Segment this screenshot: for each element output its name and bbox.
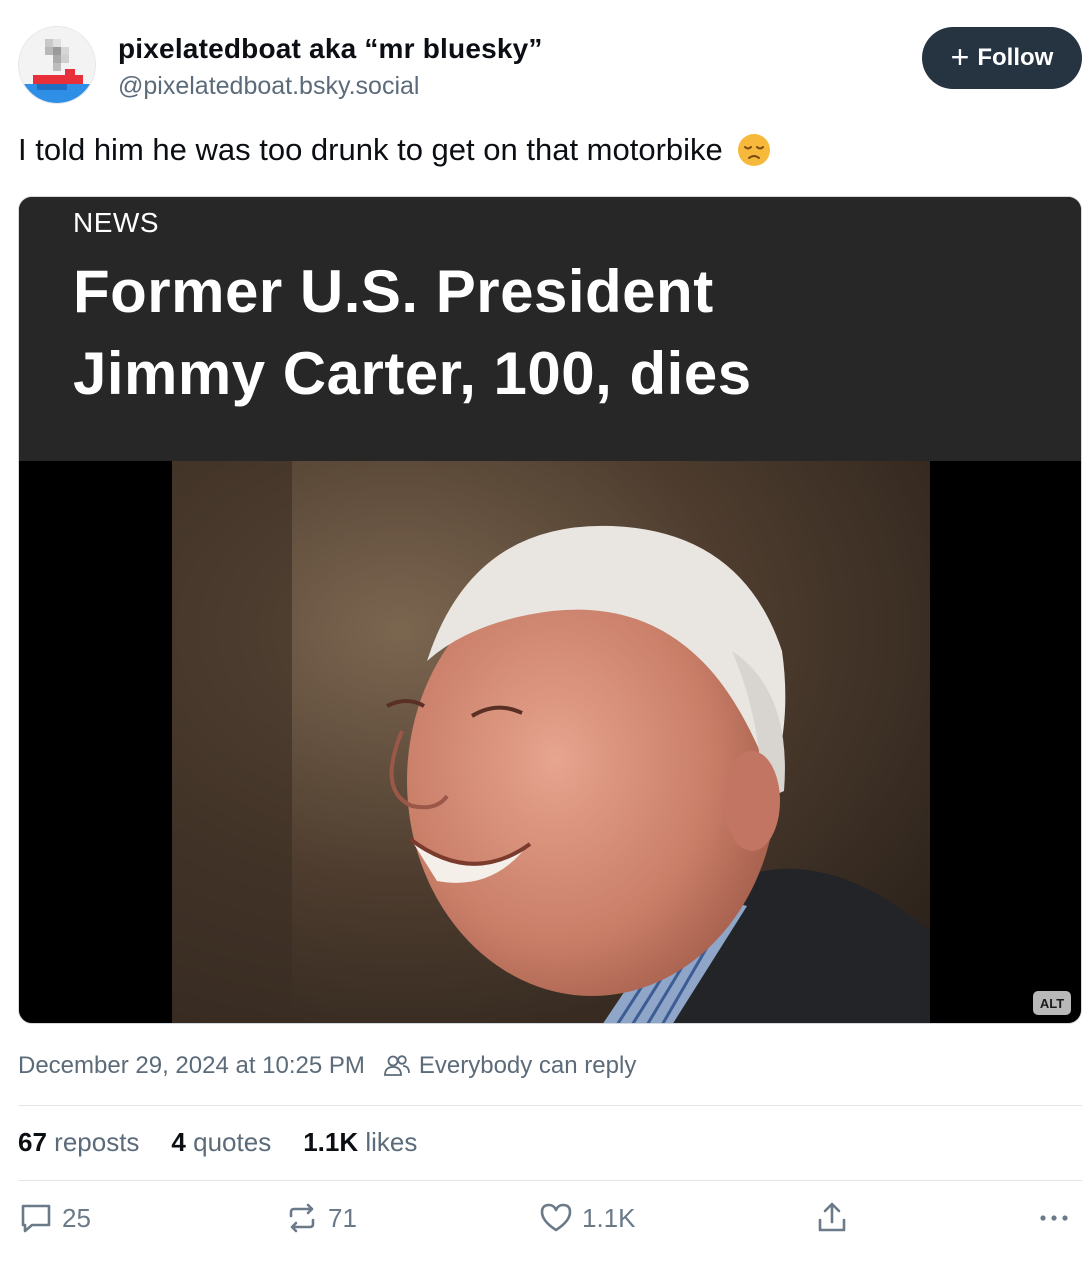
heart-icon [540, 1203, 572, 1232]
portrait-illustration [172, 461, 930, 1023]
headline-line-1: Former U.S. President [73, 258, 714, 325]
follow-button[interactable]: + Follow [922, 27, 1082, 89]
reposts-stat[interactable]: 67 reposts [18, 1127, 139, 1158]
people-icon [383, 1055, 410, 1076]
author-names: pixelatedboat aka “mr bluesky” @pixelate… [118, 32, 543, 102]
headline-line-2: Jimmy Carter, 100, dies [73, 340, 752, 407]
news-banner: NEWS Former U.S. President Jimmy Carter,… [19, 197, 1081, 461]
divider [18, 1105, 1082, 1106]
news-photo [172, 461, 930, 1023]
post-actions: 25 71 1.1K [18, 1200, 1082, 1252]
post-text: I told him he was too drunk to get on th… [18, 128, 771, 172]
reposts-label: reposts [54, 1127, 140, 1157]
pixel-boat-avatar-icon [19, 27, 95, 103]
news-label: NEWS [73, 207, 159, 238]
like-button[interactable]: 1.1K [538, 1200, 636, 1236]
like-count: 1.1K [582, 1202, 636, 1233]
quotes-label: quotes [193, 1127, 272, 1157]
headline: Former U.S. President Jimmy Carter, 100,… [73, 251, 752, 415]
post-header: pixelatedboat aka “mr bluesky” @pixelate… [18, 26, 1082, 106]
alt-badge[interactable]: ALT [1033, 991, 1071, 1015]
reply-button[interactable]: 25 [18, 1200, 91, 1236]
likes-stat[interactable]: 1.1K likes [303, 1127, 417, 1158]
likes-label: likes [365, 1127, 418, 1157]
disappointed-face-emoji-icon [737, 134, 770, 166]
post-stats: 67 reposts 4 quotes 1.1K likes [18, 1127, 417, 1158]
post-body: I told him he was too drunk to get on th… [18, 132, 723, 167]
likes-count: 1.1K [303, 1127, 359, 1157]
quotes-stat[interactable]: 4 quotes [171, 1127, 271, 1158]
follow-label: Follow [977, 44, 1054, 71]
author-avatar[interactable] [18, 26, 96, 104]
repost-icon [289, 1203, 315, 1233]
reply-icon [21, 1204, 51, 1233]
reply-count: 25 [62, 1202, 91, 1233]
ellipsis-icon [1040, 1215, 1068, 1221]
author-display-name[interactable]: pixelatedboat aka “mr bluesky” [118, 32, 543, 66]
post-image[interactable]: NEWS Former U.S. President Jimmy Carter,… [18, 196, 1082, 1024]
divider [18, 1180, 1082, 1181]
quotes-count: 4 [171, 1127, 186, 1157]
repost-count: 71 [328, 1202, 357, 1233]
share-button[interactable] [814, 1200, 850, 1236]
author-handle[interactable]: @pixelatedboat.bsky.social [118, 70, 543, 102]
reposts-count: 67 [18, 1127, 47, 1157]
reply-setting: Everybody can reply [418, 1052, 637, 1079]
more-options-button[interactable] [1036, 1200, 1072, 1236]
post-meta: December 29, 2024 at 10:25 PM Everybody … [18, 1052, 636, 1080]
share-icon [818, 1202, 846, 1232]
post-timestamp[interactable]: December 29, 2024 at 10:25 PM [18, 1052, 365, 1080]
repost-button[interactable]: 71 [284, 1200, 357, 1236]
plus-icon: + [950, 38, 970, 75]
